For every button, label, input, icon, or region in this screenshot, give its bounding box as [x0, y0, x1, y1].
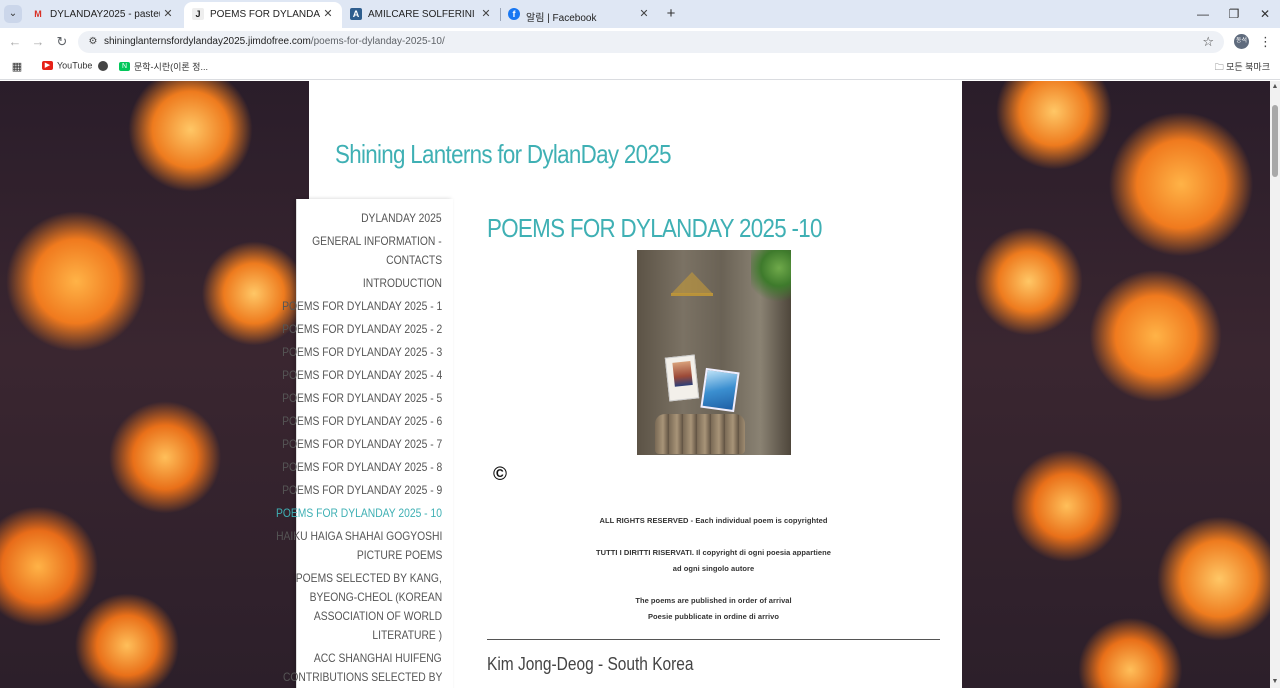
nav-item-7[interactable]: POEMS FOR DYLANDAY 2025 - 4 — [282, 366, 442, 385]
bookmark-literature[interactable]: N 문학-시란(이론 정... — [119, 60, 208, 76]
nav-item-8[interactable]: POEMS FOR DYLANDAY 2025 - 5 — [282, 389, 442, 408]
folder-icon: 🗀 — [1214, 62, 1224, 72]
site-icon: A — [350, 8, 362, 20]
tab-strip: ⌄ M DYLANDAY2025 - pasteurkim5 ✕ J POEMS… — [0, 0, 1280, 28]
all-bookmarks[interactable]: 🗀 모든 북마크 — [1215, 60, 1270, 76]
tab-title: AMILCARE SOLFERINI INTERN — [368, 9, 478, 20]
nav-item-15-line-2[interactable]: BYEONG-CHEOL (KOREAN — [309, 588, 442, 607]
bookmarks-bar: ▦ ▶ YouTube N 문학-시란(이론 정... 🗀 모든 북마크 — [0, 56, 1280, 80]
copyright-icon: © — [493, 464, 507, 485]
jimdo-icon: J — [192, 8, 204, 20]
nav-item-9[interactable]: POEMS FOR DYLANDAY 2025 - 6 — [282, 412, 442, 431]
nav-item-3[interactable]: INTRODUCTION — [363, 274, 442, 293]
back-arrow-icon[interactable]: ← — [6, 33, 24, 51]
profile-avatar[interactable]: 동석 — [1234, 34, 1249, 49]
nav-item-11[interactable]: POEMS FOR DYLANDAY 2025 - 8 — [282, 458, 442, 477]
nav-item-16-line-2[interactable]: CONTRIBUTIONS SELECTED BY — [283, 668, 442, 687]
minimize-icon[interactable]: — — [1194, 5, 1212, 23]
rights-line-it: TUTTI I DIRITTI RISERVATI. Il copyright … — [596, 548, 831, 557]
address-bar[interactable]: ⚙ shininglanternsfordylanday2025.jimdofr… — [78, 31, 1224, 53]
nav-item-16[interactable]: ACC SHANGHAI HUIFENG — [314, 649, 442, 668]
tab-gmail[interactable]: M DYLANDAY2025 - pasteurkim5 ✕ — [24, 2, 182, 28]
rights-line-en: ALL RIGHTS RESERVED - Each individual po… — [599, 516, 828, 525]
divider — [487, 639, 940, 640]
scroll-down-icon[interactable]: ▼ — [1271, 678, 1279, 686]
blue-card — [700, 367, 740, 413]
nav-item-14-line-2[interactable]: PICTURE POEMS — [357, 546, 442, 565]
globe-icon — [98, 60, 108, 71]
page-scrollbar[interactable]: ▲ ▼ — [1270, 81, 1280, 688]
browser-menu-icon[interactable]: ⋮ — [1259, 33, 1272, 51]
close-icon[interactable]: ✕ — [162, 7, 174, 21]
nav-item-6[interactable]: POEMS FOR DYLANDAY 2025 - 3 — [282, 343, 442, 362]
facebook-icon: f — [508, 8, 520, 20]
nav-item-2[interactable]: GENERAL INFORMATION - — [312, 232, 442, 251]
order-line-it: Poesie pubblicate in ordine di arrivo — [647, 612, 780, 621]
tab-search-chevron-icon[interactable]: ⌄ — [4, 5, 22, 23]
tab-amilcare[interactable]: A AMILCARE SOLFERINI INTERN ✕ — [342, 2, 500, 28]
bookmark-star-icon[interactable]: ☆ — [1202, 34, 1214, 50]
reload-icon[interactable]: ↻ — [53, 33, 71, 51]
side-navigation: DYLANDAY 2025 GENERAL INFORMATION - CONTAC… — [276, 199, 453, 688]
site-title[interactable]: Shining Lanterns for DylanDay 2025 — [335, 139, 672, 170]
naver-icon: N — [119, 62, 130, 71]
nav-item-12[interactable]: POEMS FOR DYLANDAY 2025 - 9 — [282, 481, 442, 500]
scroll-up-icon[interactable]: ▲ — [1271, 83, 1279, 91]
stones — [655, 414, 745, 454]
portrait-card — [664, 354, 700, 402]
bookmark-label: YouTube — [57, 60, 93, 71]
tab-title: DYLANDAY2025 - pasteurkim5 — [50, 9, 160, 20]
nav-item-15-line-3[interactable]: ASSOCIATION OF WORLD — [314, 607, 442, 626]
tab-facebook[interactable]: f 알림 | Facebook ✕ — [500, 2, 658, 28]
tab-title: POEMS FOR DYLANDAY 2025 — [210, 9, 320, 20]
nav-item-15[interactable]: POEMS SELECTED BY KANG, — [296, 569, 442, 588]
nav-item-14[interactable]: HAIKU HAIGA SHAHAI GOGYOSHI — [276, 527, 442, 546]
nav-item-15-line-4[interactable]: LITERATURE ) — [372, 626, 442, 645]
close-icon[interactable]: ✕ — [480, 7, 492, 21]
close-icon[interactable]: ✕ — [638, 7, 650, 21]
close-window-icon[interactable]: ✕ — [1256, 5, 1274, 23]
crown — [671, 272, 713, 296]
nav-item-13[interactable]: POEMS FOR DYLANDAY 2025 - 10 — [276, 504, 442, 523]
close-icon[interactable]: ✕ — [322, 7, 334, 21]
poem-author-heading: Kim Jong-Deog - South Korea — [487, 654, 694, 674]
youtube-icon: ▶ — [42, 61, 53, 71]
nav-item-1[interactable]: DYLANDAY 2025 — [361, 209, 442, 228]
bookmark-youtube[interactable]: ▶ YouTube — [42, 60, 92, 76]
nav-item-4[interactable]: POEMS FOR DYLANDAY 2025 - 1 — [282, 297, 442, 316]
nav-item-5[interactable]: POEMS FOR DYLANDAY 2025 - 2 — [282, 320, 442, 339]
all-bookmarks-label: 모든 북마크 — [1226, 62, 1270, 72]
bookmark-label: 문학-시란(이론 정... — [134, 62, 208, 72]
bookmark-globe[interactable] — [98, 60, 112, 76]
page-title: POEMS FOR DYLANDAY 2025 -10 — [487, 213, 822, 243]
url-path: /poems-for-dylanday-2025-10/ — [310, 36, 445, 47]
apps-grid-icon[interactable]: ▦ — [11, 61, 23, 73]
tab-poems-for-dylanday[interactable]: J POEMS FOR DYLANDAY 2025 ✕ — [184, 2, 342, 28]
scroll-thumb[interactable] — [1272, 105, 1278, 177]
forward-arrow-icon[interactable]: → — [29, 33, 47, 51]
rights-line-it-2: ad ogni singolo autore — [672, 564, 755, 573]
order-line-en: The poems are published in order of arri… — [635, 596, 792, 605]
browser-toolbar: ← → ↻ ⚙ shininglanternsfordylanday2025.j… — [0, 28, 1280, 56]
url-text[interactable]: shininglanternsfordylanday2025.jimdofree… — [104, 36, 445, 47]
site-info-icon[interactable]: ⚙ — [86, 35, 100, 49]
nav-item-2-line-2[interactable]: CONTACTS — [386, 251, 442, 270]
tree-shrine-photo — [637, 250, 791, 455]
tab-title: 알림 | Facebook — [526, 13, 597, 24]
gmail-icon: M — [34, 9, 42, 19]
restore-icon[interactable]: ❐ — [1225, 5, 1243, 23]
page-viewport: Shining Lanterns for DylanDay 2025 DYLAN… — [0, 81, 1270, 688]
leaves — [751, 250, 791, 310]
new-tab-button[interactable]: + — [662, 5, 680, 23]
url-host: shininglanternsfordylanday2025.jimdofree… — [104, 36, 311, 47]
nav-item-10[interactable]: POEMS FOR DYLANDAY 2025 - 7 — [282, 435, 442, 454]
